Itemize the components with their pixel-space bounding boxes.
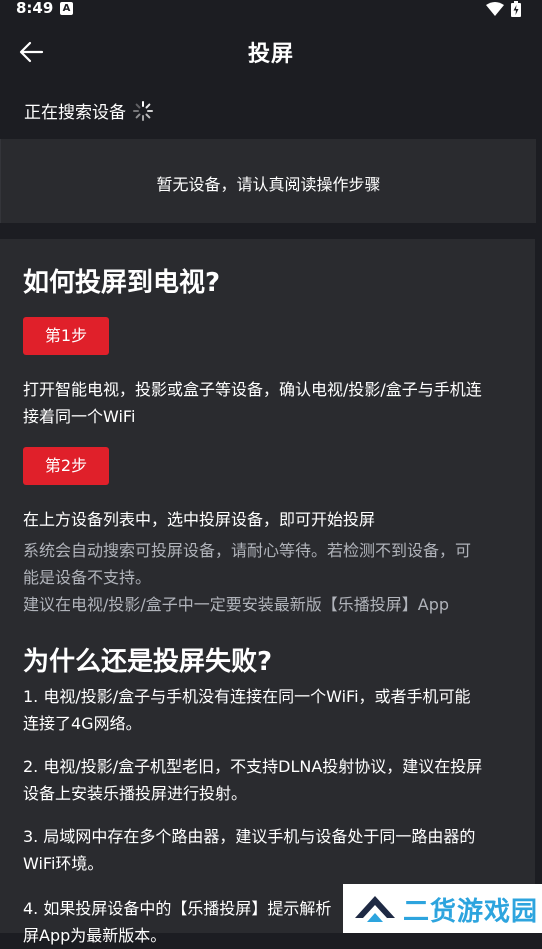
step1-text-line1: 打开智能电视，投影或盒子等设备，确认电视/投影/盒子与手机连	[23, 380, 482, 399]
reason-3-line2: WiFi环境。	[23, 854, 104, 873]
reason-1-line1: 1. 电视/投影/盒子与手机没有连接在同一个WiFi，或者手机可能	[23, 687, 471, 706]
loading-spinner-icon	[133, 100, 153, 121]
step1-text: 打开智能电视，投影或盒子等设备，确认电视/投影/盒子与手机连 接着同一个WiFi	[23, 376, 523, 430]
notification-icon: A	[60, 2, 73, 15]
app-bar: 投屏	[0, 20, 542, 84]
reason-3-line1: 3. 局域网中存在多个路由器，建议手机与设备处于同一路由器的	[23, 827, 476, 846]
watermark: 二货游戏园	[343, 884, 542, 933]
step2-note-line3: 建议在电视/投影/盒子中一定要安装最新版【乐播投屏】App	[23, 595, 450, 614]
step1-badge: 第1步	[23, 317, 109, 355]
reason-1: 1. 电视/投影/盒子与手机没有连接在同一个WiFi，或者手机可能 连接了4G网…	[23, 683, 523, 737]
search-status-label: 正在搜索设备	[24, 103, 126, 123]
device-list: 暂无设备，请认真阅读操作步骤	[0, 139, 536, 223]
status-time: 8:49	[16, 0, 54, 17]
step1-text-line2: 接着同一个WiFi	[23, 407, 136, 426]
wifi-icon	[486, 2, 504, 16]
reason-1-line2: 连接了4G网络。	[23, 714, 142, 733]
reason-3: 3. 局域网中存在多个路由器，建议手机与设备处于同一路由器的 WiFi环境。	[23, 823, 523, 877]
why-failed-heading: 为什么还是投屏失败?	[23, 647, 273, 677]
step2-note-line1: 系统会自动搜索可投屏设备，请耐心等待。若检测不到设备，可	[23, 541, 472, 560]
how-to-cast-heading: 如何投屏到电视?	[23, 268, 221, 298]
step2-text: 在上方设备列表中，选中投屏设备，即可开始投屏	[23, 510, 376, 529]
step2-badge: 第2步	[23, 447, 109, 485]
reason-2-line1: 2. 电视/投影/盒子机型老旧，不支持DLNA投射协议，建议在投屏	[23, 757, 483, 776]
search-status: 正在搜索设备	[24, 98, 154, 123]
watermark-logo-icon	[355, 896, 395, 922]
page-title: 投屏	[247, 42, 294, 67]
watermark-text: 二货游戏园	[403, 897, 539, 927]
reason-2: 2. 电视/投影/盒子机型老旧，不支持DLNA投射协议，建议在投屏 设备上安装乐…	[23, 753, 523, 807]
reason-2-line2: 设备上安装乐播投屏进行投射。	[23, 784, 248, 803]
battery-icon	[511, 1, 521, 17]
status-bar: 8:49 A	[0, 0, 542, 20]
guide-panel: 如何投屏到电视? 第1步 打开智能电视，投影或盒子等设备，确认电视/投影/盒子与…	[0, 239, 535, 945]
notification-letter: A	[62, 3, 71, 14]
step2-note: 系统会自动搜索可投屏设备，请耐心等待。若检测不到设备，可 能是设备不支持。 建议…	[23, 537, 523, 618]
device-list-empty-text: 暂无设备，请认真阅读操作步骤	[156, 175, 381, 194]
step2-note-line2: 能是设备不支持。	[23, 568, 152, 587]
